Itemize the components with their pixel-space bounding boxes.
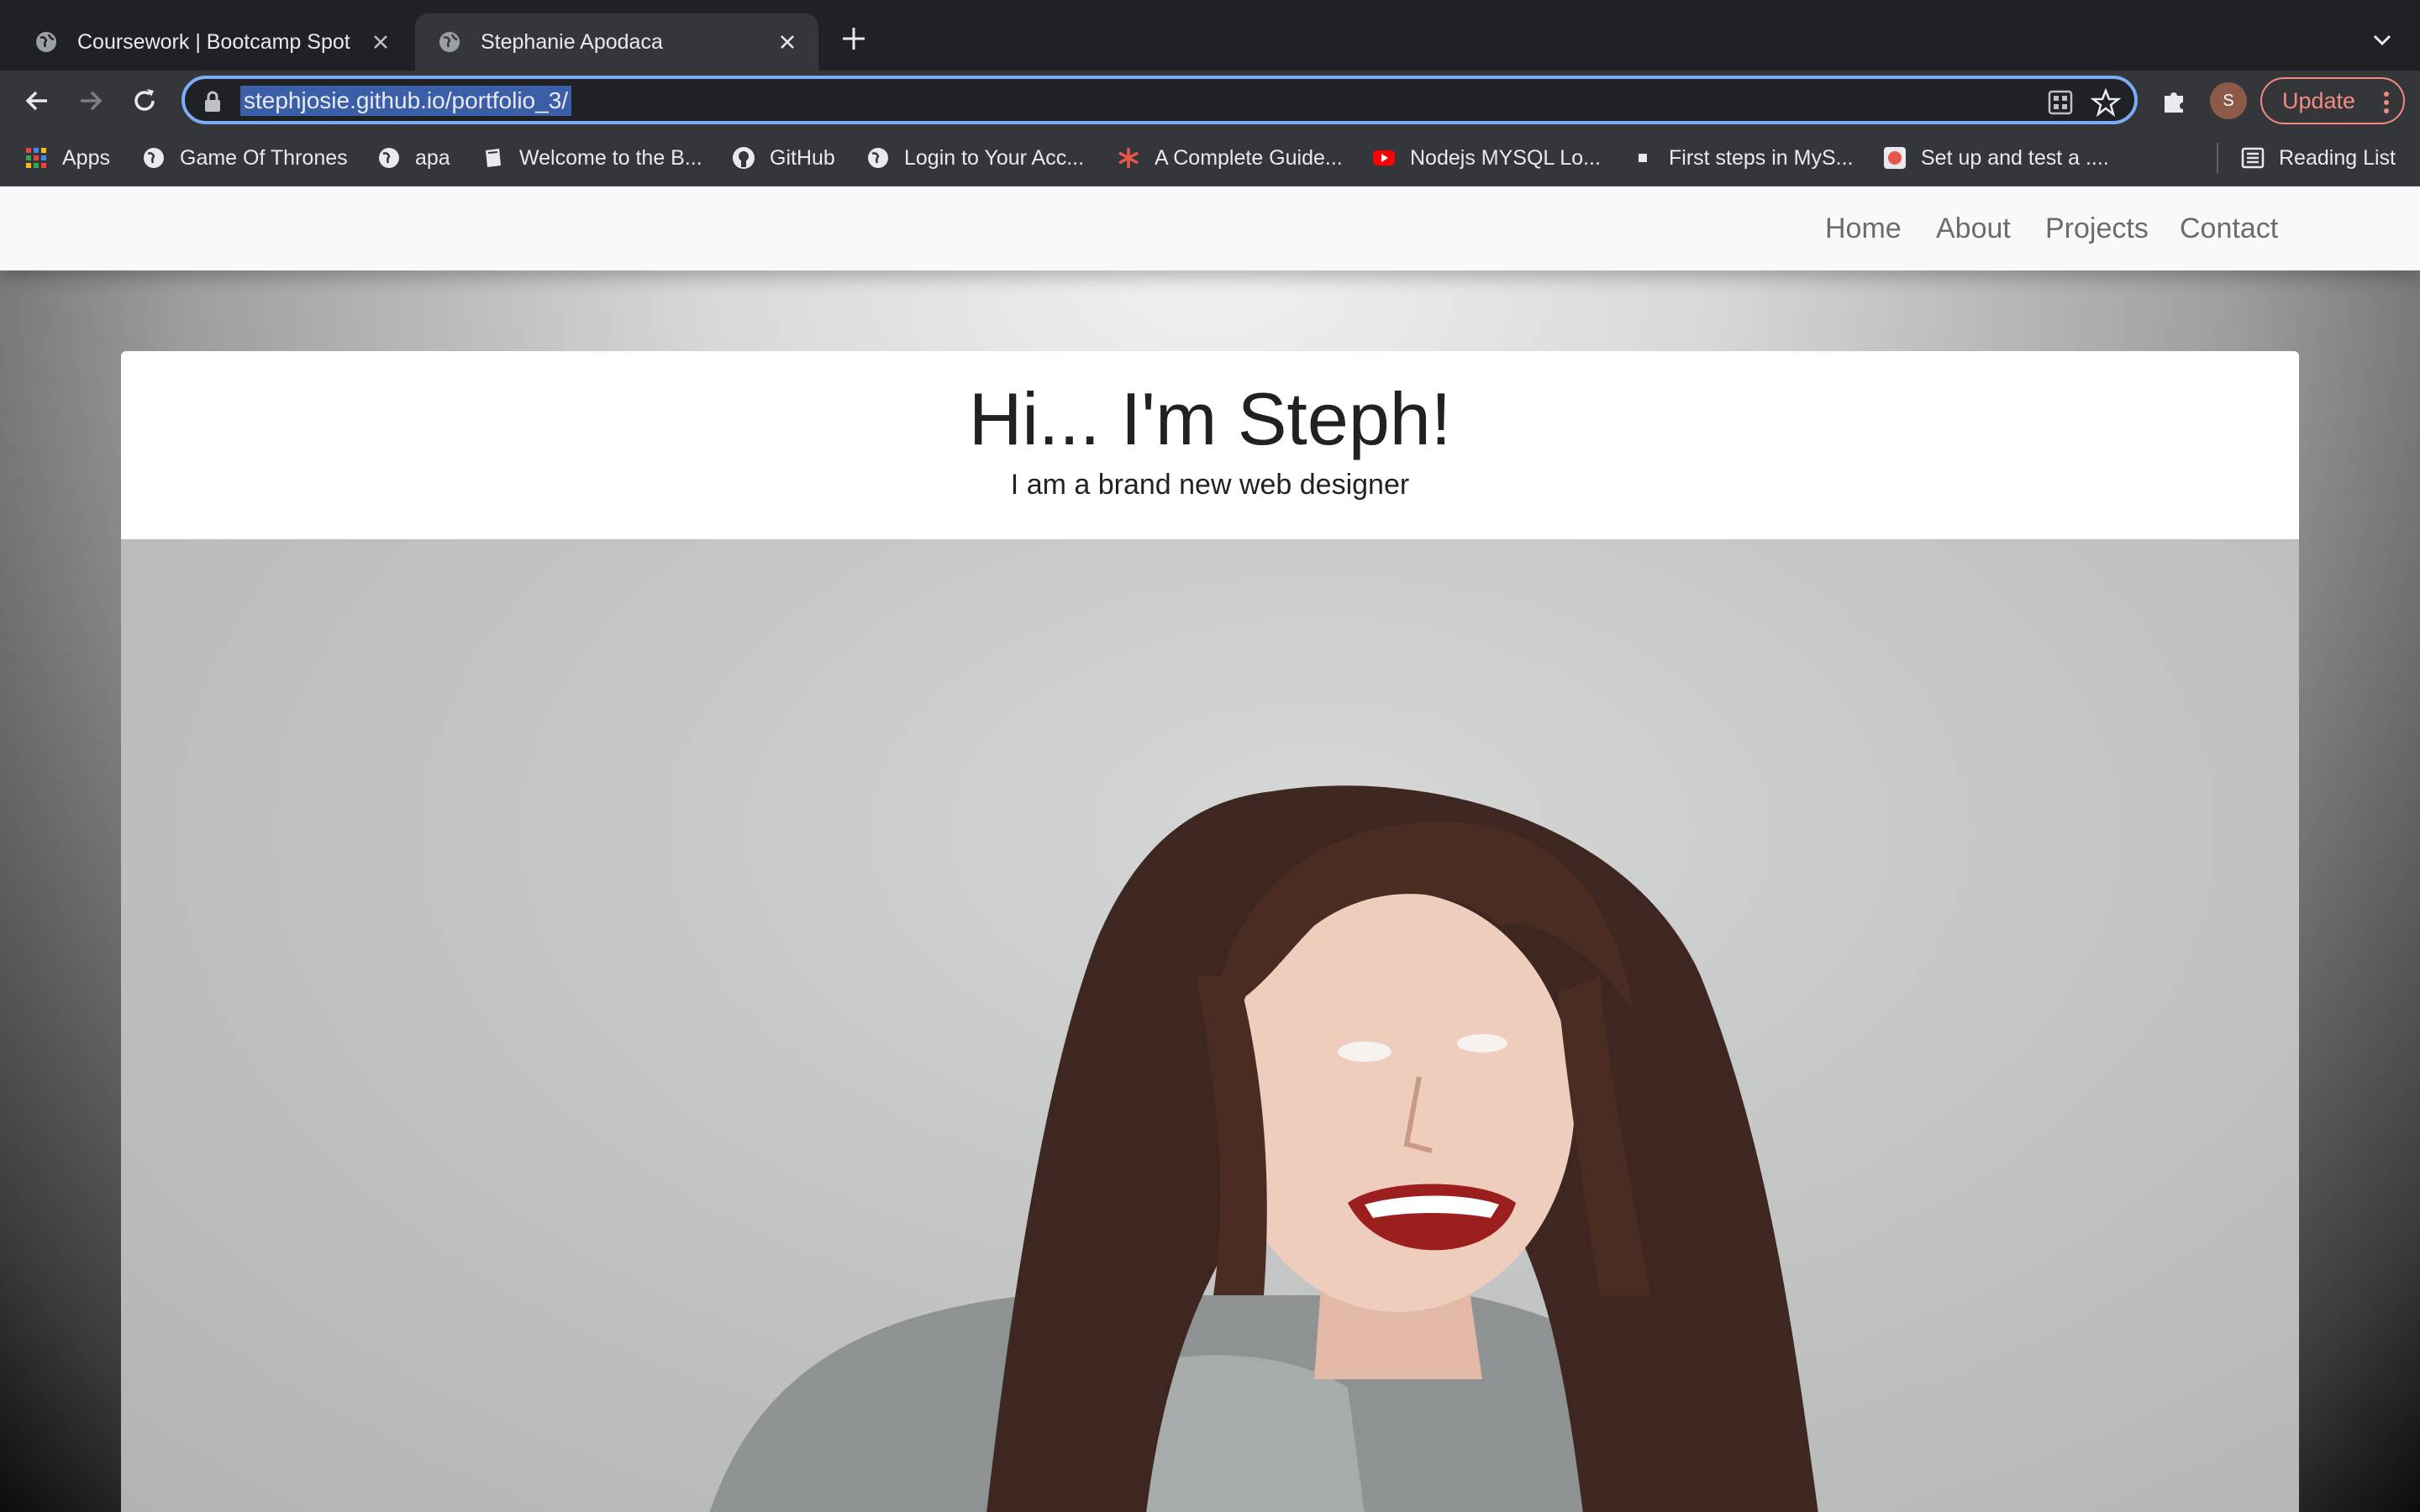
badge-icon [1884,147,1906,169]
tab-title: Stephanie Apodaca [481,29,663,54]
tab-stephanie-apodaca[interactable]: Stephanie Apodaca [415,13,818,71]
bookmark-label: Set up and test a .... [1921,145,2109,170]
youtube-icon [1373,150,1395,165]
apps-grid-icon [26,148,46,168]
bookmark-label: Apps [62,145,110,170]
forward-arrow-icon[interactable] [76,86,106,116]
update-button[interactable]: Update [2260,77,2405,124]
bookmark-welcome[interactable]: Welcome to the B... [481,143,702,173]
bookmark-game-of-thrones[interactable]: Game Of Thrones [141,143,348,173]
bookmark-set-up-and-test[interactable]: Set up and test a .... [1882,143,2109,173]
qr-code-icon[interactable] [2047,89,2074,116]
tab-coursework[interactable]: Coursework | Bootcamp Spot [12,13,412,71]
update-label: Update [2282,87,2356,113]
profile-avatar[interactable]: S [2210,82,2247,119]
extensions-puzzle-icon[interactable] [2160,86,2190,116]
tab-strip: Coursework | Bootcamp Spot Stephanie Apo… [0,0,2420,71]
bookmark-star-icon[interactable] [2091,87,2121,118]
square-icon [1639,154,1647,162]
site-navbar: Home About Projects Contact [0,186,2420,270]
globe-icon [868,148,888,168]
bookmarks-bar: Apps Game Of Thrones apa Welcome to the … [0,131,2420,186]
bookmark-label: Nodejs MYSQL Lo... [1410,145,1601,170]
tab-title: Coursework | Bootcamp Spot [77,29,350,54]
github-icon [733,147,755,169]
bookmark-label: A Complete Guide... [1155,145,1343,170]
more-vertical-icon[interactable] [2383,91,2390,114]
globe-icon [379,148,399,168]
bookmarks-separator [2217,143,2218,173]
book-icon [486,149,501,167]
reload-icon[interactable] [129,86,160,116]
portrait-illustration [709,785,1818,1512]
browser-toolbar: stephjosie.github.io/portfolio_3/ S Upda… [0,71,2420,131]
chevron-down-icon[interactable] [2370,27,2395,52]
bookmark-label: GitHub [770,145,835,170]
asterisk-icon [1118,148,1139,168]
bookmark-label: Welcome to the B... [519,145,702,170]
bookmark-nodejs-mysql[interactable]: Nodejs MYSQL Lo... [1371,143,1601,173]
nav-about[interactable]: About [1936,205,2011,252]
hero-header-card: Hi... I'm Steph! I am a brand new web de… [121,351,2299,539]
close-icon[interactable] [368,29,393,55]
globe-icon [439,32,460,52]
page-viewport: Home About Projects Contact Hi... I'm St… [0,186,2420,1512]
back-arrow-icon[interactable] [22,86,52,116]
lock-icon[interactable] [203,91,222,113]
url-text[interactable]: stephjosie.github.io/portfolio_3/ [240,86,572,116]
globe-icon [36,32,56,52]
close-icon[interactable] [775,29,800,55]
bookmark-apps[interactable]: Apps [24,143,110,173]
address-bar[interactable]: stephjosie.github.io/portfolio_3/ [182,76,2138,124]
hero-title: Hi... I'm Steph! [968,377,1452,460]
nav-contact[interactable]: Contact [2180,205,2278,252]
hero-portrait-photo [121,539,2299,1512]
reading-list-label: Reading List [2279,145,2396,170]
bookmark-label: First steps in MyS... [1669,145,1854,170]
bookmark-label: Login to Your Acc... [904,145,1085,170]
nav-projects[interactable]: Projects [2045,205,2149,252]
bookmark-label: Game Of Thrones [180,145,348,170]
reading-list-button[interactable]: Reading List [2240,143,2396,173]
bookmark-first-steps-mysql[interactable]: First steps in MyS... [1630,143,1853,173]
bookmark-complete-guide[interactable]: A Complete Guide... [1116,143,1343,173]
hero-subtitle: I am a brand new web designer [1010,469,1410,501]
bookmark-login[interactable]: Login to Your Acc... [865,143,1084,173]
bookmark-github[interactable]: GitHub [731,143,835,173]
globe-icon [144,148,164,168]
bookmark-apa[interactable]: apa [376,143,450,173]
bookmark-label: apa [415,145,450,170]
reading-list-icon [2241,147,2265,169]
nav-home[interactable]: Home [1825,205,1902,252]
new-tab-plus-icon[interactable] [839,24,869,54]
